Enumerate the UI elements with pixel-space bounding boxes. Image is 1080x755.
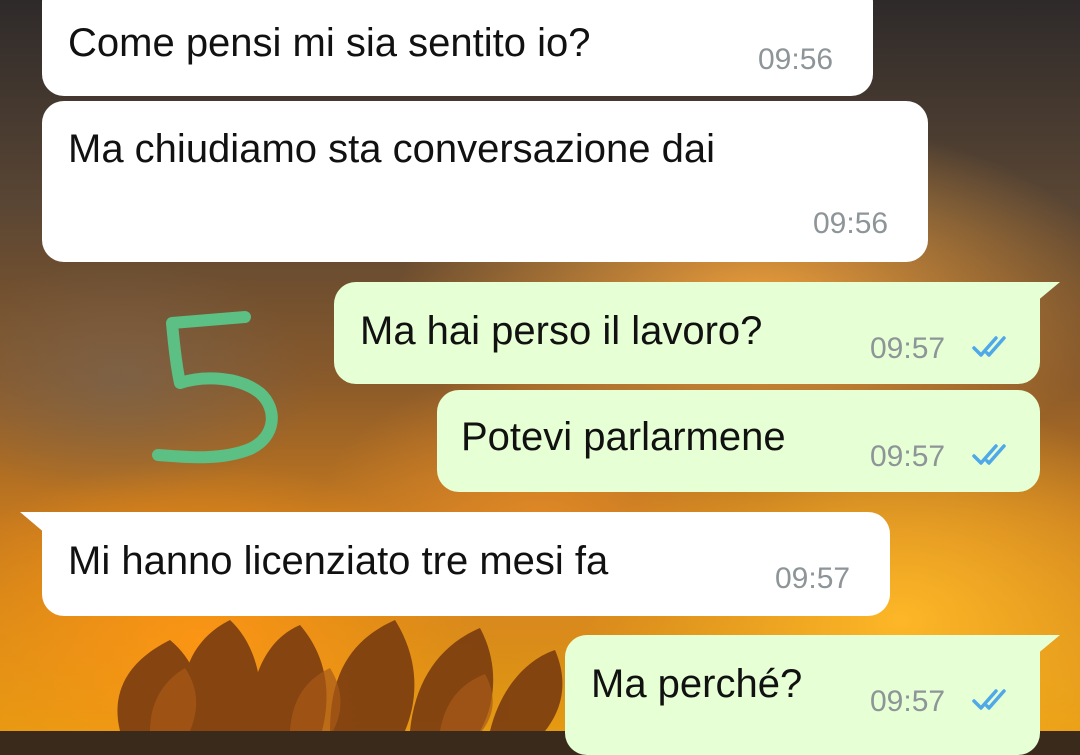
handwritten-number-annotation [152,311,278,464]
message-bubble-outgoing[interactable]: Ma perché? 09:57 [565,635,1040,755]
message-timestamp: 09:57 [775,562,851,595]
double-check-icon [972,444,1006,465]
message-bubble-incoming[interactable]: Ma chiudiamo sta conversazione dai 09:56 [42,101,928,262]
message-bubble-incoming[interactable]: Come pensi mi sia sentito io? 09:56 [42,0,873,96]
message-text: Potevi parlarmene [461,415,786,459]
message-timestamp: 09:56 [813,207,889,240]
message-timestamp: 09:56 [758,43,834,76]
bubble-tail-incoming [20,512,46,534]
double-check-icon [972,336,1006,357]
bubble-tail-outgoing [1036,635,1060,655]
message-bubble-outgoing[interactable]: Potevi parlarmene 09:57 [437,390,1040,492]
message-timestamp: 09:57 [870,332,946,365]
message-text: Ma perché? [591,662,803,706]
message-text: Mi hanno licenziato tre mesi fa [68,539,609,583]
message-bubble-incoming[interactable]: Mi hanno licenziato tre mesi fa 09:57 [42,512,890,616]
bubble-tail-outgoing [1036,282,1060,302]
message-timestamp: 09:57 [870,685,946,718]
message-timestamp: 09:57 [870,440,946,473]
double-check-icon [972,689,1006,710]
message-text: Come pensi mi sia sentito io? [68,21,591,65]
message-bubble-outgoing[interactable]: Ma hai perso il lavoro? 09:57 [334,282,1040,384]
message-text: Ma hai perso il lavoro? [360,309,763,353]
message-text: Ma chiudiamo sta conversazione dai [68,127,716,171]
